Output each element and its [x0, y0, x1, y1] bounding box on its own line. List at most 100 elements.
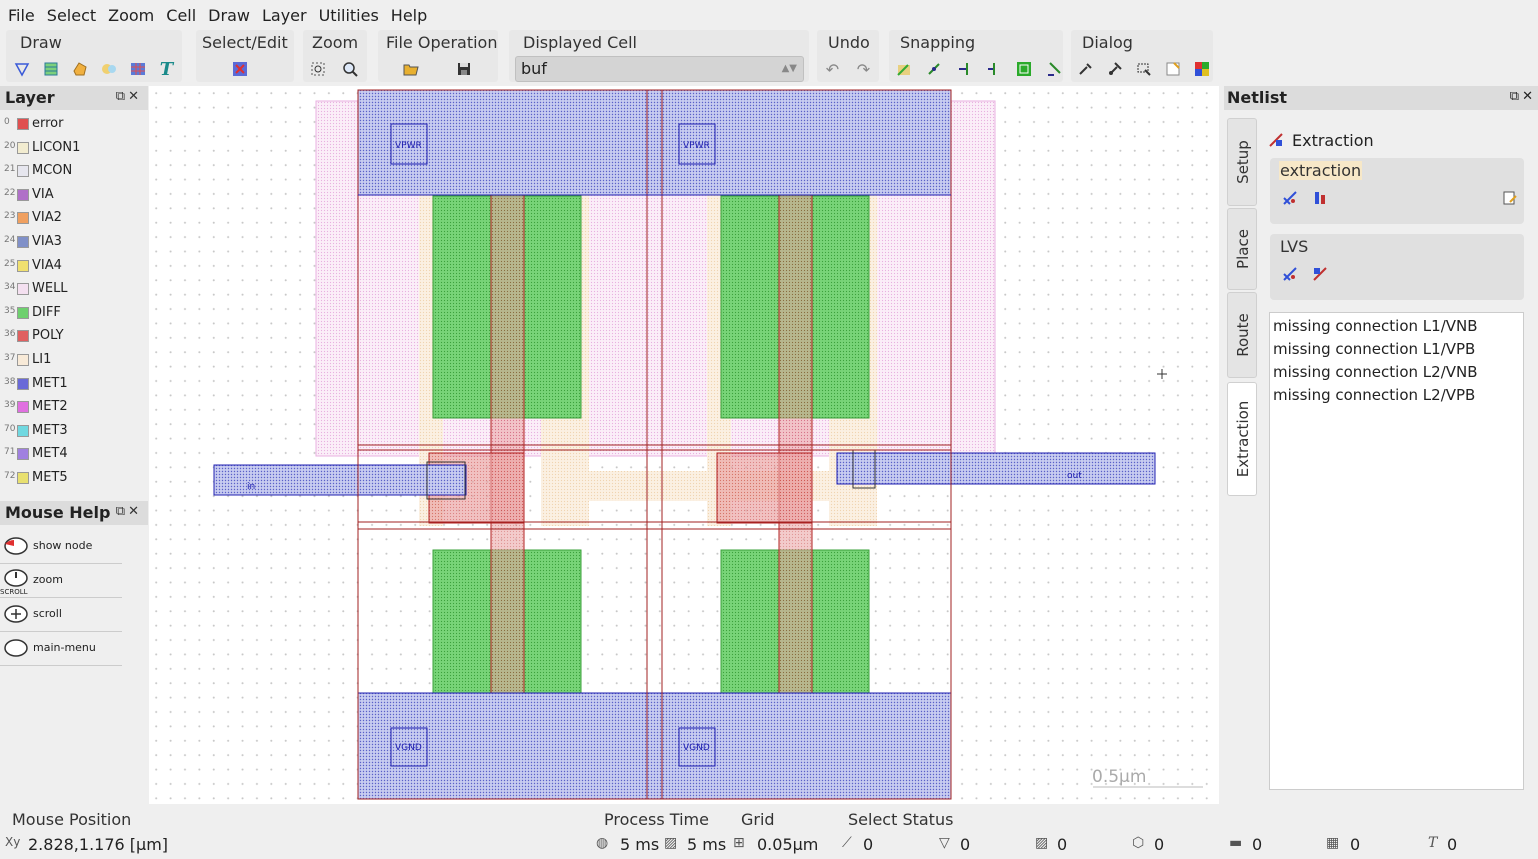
displayed-cell-combobox[interactable]: buf ▲▼ — [515, 56, 804, 82]
snap-grid-icon[interactable] — [892, 58, 915, 80]
layer-number: 0 — [4, 117, 10, 127]
mouse-help-label: main-menu — [33, 641, 96, 654]
tab-setup-label: Setup — [1234, 140, 1252, 184]
menu-zoom[interactable]: Zoom — [102, 6, 160, 25]
snap-box-icon[interactable] — [1012, 58, 1035, 80]
layer-row-met1[interactable]: 38 MET1 — [0, 373, 148, 396]
layer-panel-title: Layer — [5, 88, 55, 107]
cursor-crosshair-icon — [1157, 369, 1167, 379]
layer-name: VIA2 — [32, 210, 62, 226]
layer-row-met4[interactable]: 71 MET4 — [0, 443, 148, 466]
layer-row-diff[interactable]: 35 DIFF — [0, 302, 148, 325]
draw-circle-icon[interactable] — [97, 58, 120, 80]
close-icon[interactable]: ✕ — [1522, 89, 1536, 104]
select-edit-icon[interactable] — [228, 58, 251, 80]
mouse-help-row: main-menu — [0, 632, 122, 666]
tab-setup[interactable]: Setup — [1227, 118, 1257, 206]
menu-layer[interactable]: Layer — [256, 6, 313, 25]
layer-row-via2[interactable]: 23 VIA2 — [0, 207, 148, 230]
zoom-fit-icon[interactable] — [306, 58, 329, 80]
dialog-color-icon[interactable] — [1190, 58, 1213, 80]
open-folder-icon[interactable] — [399, 58, 422, 80]
netlist-title: Netlist — [1227, 88, 1288, 107]
layer-row-poly[interactable]: 36 POLY — [0, 325, 148, 348]
list-item[interactable]: missing connection L2/VNB — [1273, 361, 1520, 384]
in-label: in — [247, 482, 255, 492]
grid-icon: ⊞ — [733, 835, 745, 851]
menu-cell[interactable]: Cell — [160, 6, 202, 25]
chevron-down-icon: ▲▼ — [781, 63, 797, 74]
draw-text-icon[interactable]: T — [155, 58, 178, 80]
layer-name: VIA — [32, 186, 54, 202]
menu-draw[interactable]: Draw — [202, 6, 256, 25]
scale-label: 0.5µm — [1092, 767, 1146, 787]
layer-swatch — [17, 141, 29, 154]
dialog-group-title: Dialog — [1082, 33, 1133, 52]
dialog-properties-icon[interactable] — [1074, 58, 1097, 80]
draw-box-icon[interactable] — [39, 58, 62, 80]
close-icon[interactable]: ✕ — [128, 89, 142, 104]
list-item[interactable]: missing connection L1/VNB — [1273, 315, 1520, 338]
layout-canvas[interactable]: VPWR VPWR VGND VGND in out 0.5µm — [149, 86, 1219, 804]
select-count: 0 — [1154, 835, 1165, 854]
mouse-help-label: zoom — [33, 573, 63, 586]
layer-row-mcon[interactable]: 21 MCON — [0, 160, 148, 183]
draw-cell-icon[interactable] — [126, 58, 149, 80]
layer-row-met5[interactable]: 72 MET5 — [0, 467, 148, 490]
menu-file[interactable]: File — [2, 6, 41, 25]
vpwr-label: VPWR — [683, 141, 710, 151]
snap-diagonal-icon[interactable] — [922, 58, 945, 80]
dialog-select-icon[interactable] — [1132, 58, 1155, 80]
tab-route[interactable]: Route — [1227, 292, 1257, 378]
layer-swatch — [17, 283, 29, 296]
tab-place[interactable]: Place — [1227, 208, 1257, 290]
layer-number: 21 — [4, 164, 16, 175]
list-item[interactable]: missing connection L1/VPB — [1273, 338, 1520, 361]
draw-polygon-icon[interactable] — [68, 58, 91, 80]
select-triangle-icon: ▽ — [939, 835, 950, 851]
draw-wire-icon[interactable] — [10, 58, 33, 80]
menu-utilities[interactable]: Utilities — [313, 6, 385, 25]
layer-row-error[interactable]: 0 error — [0, 113, 148, 136]
layer-row-well[interactable]: 34 WELL — [0, 278, 148, 301]
list-item[interactable]: missing connection L2/VPB — [1273, 384, 1520, 407]
save-disk-icon[interactable] — [452, 58, 475, 80]
layer-name: MCON — [32, 163, 73, 179]
tab-extraction-label: Extraction — [1234, 400, 1252, 478]
mouse-middle-icon — [2, 602, 30, 626]
redo-icon[interactable]: ↷ — [852, 58, 875, 80]
extract-settings-icon[interactable] — [1502, 190, 1518, 210]
tab-extraction[interactable]: Extraction — [1227, 382, 1257, 496]
zoom-magnifier-icon[interactable] — [338, 58, 361, 80]
snap-corner-icon[interactable] — [1042, 58, 1065, 80]
menu-help[interactable]: Help — [385, 6, 433, 25]
dialog-tool-icon[interactable] — [1103, 58, 1126, 80]
undo-icon[interactable]: ↶ — [821, 58, 844, 80]
layer-row-via[interactable]: 22 VIA — [0, 184, 148, 207]
float-icon[interactable]: ⧉ — [1510, 89, 1522, 104]
menu-select[interactable]: Select — [41, 6, 102, 25]
lvs-compare-icon[interactable] — [1312, 266, 1328, 286]
extract-run-icon[interactable] — [1312, 190, 1328, 210]
layer-row-li1[interactable]: 37 LI1 — [0, 349, 148, 372]
layer-row-met2[interactable]: 39 MET2 — [0, 396, 148, 419]
float-icon[interactable]: ⧉ — [116, 504, 128, 519]
snap-center-icon[interactable] — [982, 58, 1005, 80]
layer-name: MET5 — [32, 470, 68, 485]
left-dock: Layer ⧉✕ 0 error 20 LICON1 21 MCON 22 VIA 23 VIA2… — [0, 86, 148, 804]
float-icon[interactable]: ⧉ — [116, 89, 128, 104]
layer-row-licon1[interactable]: 20 LICON1 — [0, 137, 148, 160]
message-list[interactable]: missing connection L1/VNB missing connec… — [1269, 312, 1524, 790]
lvs-run-icon[interactable] — [1282, 266, 1298, 286]
snap-edge-icon[interactable] — [952, 58, 975, 80]
extract-netlist-icon[interactable] — [1282, 190, 1298, 210]
extraction-icon — [1268, 132, 1284, 152]
layer-swatch — [17, 448, 29, 461]
mouse-help-header: Mouse Help ⧉✕ — [0, 501, 148, 525]
layer-number: 22 — [4, 187, 16, 198]
layer-row-via3[interactable]: 24 VIA3 — [0, 231, 148, 254]
layer-row-met3[interactable]: 70 MET3 — [0, 420, 148, 443]
dialog-note-icon[interactable] — [1161, 58, 1184, 80]
close-icon[interactable]: ✕ — [128, 504, 142, 519]
layer-row-via4[interactable]: 25 VIA4 — [0, 255, 148, 278]
